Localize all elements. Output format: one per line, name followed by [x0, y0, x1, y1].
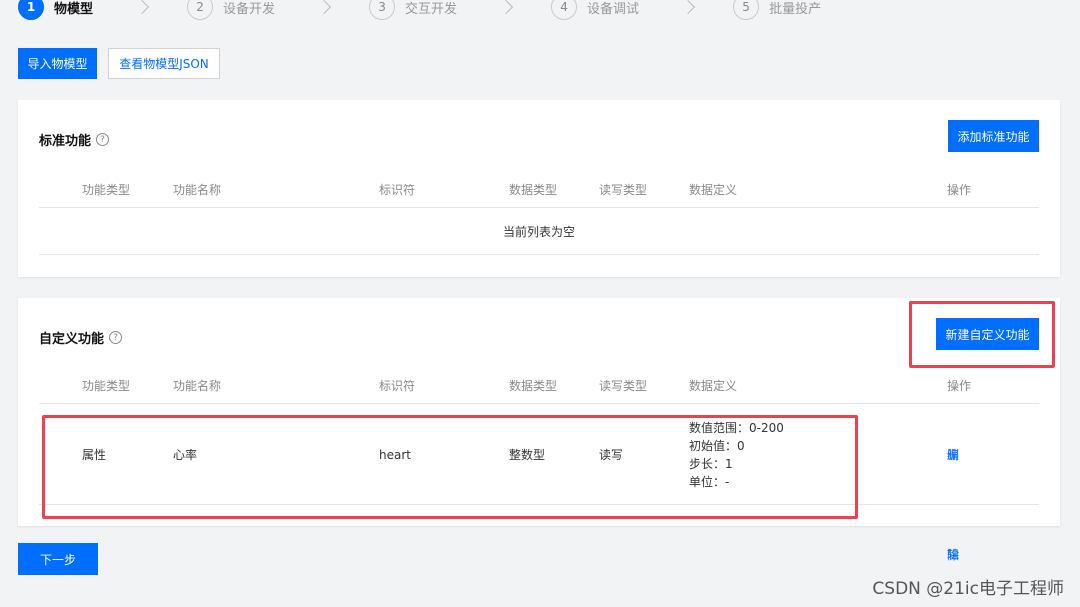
step-number: 1 — [18, 0, 44, 20]
col-definition: 数据定义 — [689, 183, 738, 197]
step-label: 交互开发 — [405, 1, 458, 17]
step-number: 4 — [551, 0, 578, 20]
view-json-button[interactable]: 查看物模型JSON — [108, 48, 220, 79]
col-data-type: 数据类型 — [509, 183, 558, 197]
help-icon[interactable]: ? — [109, 331, 123, 344]
chevron-right-icon — [680, 0, 696, 15]
col-type: 功能类型 — [82, 379, 131, 393]
watermark: CSDN @21ic电子工程师 — [872, 579, 1064, 599]
col-type: 功能类型 — [82, 183, 131, 197]
custom-title: 自定义功能 — [39, 332, 105, 347]
col-definition: 数据定义 — [689, 379, 738, 393]
next-step-button[interactable]: 下一步 — [18, 543, 98, 575]
step-label: 设备开发 — [223, 1, 276, 17]
chevron-right-icon — [134, 0, 150, 15]
step-label: 物模型 — [54, 1, 94, 17]
add-standard-function-button[interactable]: 添加标准功能 — [948, 120, 1039, 152]
col-actions: 操作 — [947, 379, 972, 393]
step-number: 5 — [733, 0, 760, 20]
chevron-right-icon — [316, 0, 332, 15]
col-rw: 读写类型 — [599, 379, 648, 393]
step-3[interactable]: 3 交互开发 — [369, 0, 551, 20]
step-bar: 1 物模型 2 设备开发 3 交互开发 4 设备调试 5 批量投产 — [18, 0, 821, 20]
step-1[interactable]: 1 物模型 — [18, 0, 187, 20]
cell-type: 属性 — [82, 448, 107, 462]
panel-title: 自定义功能 ? — [39, 328, 123, 347]
new-custom-function-button[interactable]: 新建自定义功能 — [936, 318, 1039, 350]
col-identifier: 标识符 — [379, 379, 416, 393]
step-number: 2 — [187, 0, 214, 20]
import-model-button[interactable]: 导入物模型 — [18, 48, 97, 79]
chevron-right-icon — [498, 0, 514, 15]
col-name: 功能名称 — [173, 379, 222, 393]
cell-identifier: heart — [379, 448, 411, 462]
step-2[interactable]: 2 设备开发 — [187, 0, 369, 20]
cell-data-type: 整数型 — [509, 448, 546, 462]
col-identifier: 标识符 — [379, 183, 416, 197]
def-step: 步长：1 — [689, 457, 733, 471]
def-unit: 单位：- — [689, 475, 730, 489]
step-4[interactable]: 4 设备调试 — [551, 0, 733, 20]
table-row: 属性 心率 heart 整数型 读写 数值范围：0-200 初始值：0 步长：1… — [39, 405, 1039, 562]
step-number: 3 — [369, 0, 396, 20]
col-actions: 操作 — [947, 183, 972, 197]
step-label: 设备调试 — [587, 1, 640, 17]
table-header: 功能类型 功能名称 标识符 数据类型 读写类型 数据定义 操作 — [39, 172, 1039, 208]
step-5[interactable]: 5 批量投产 — [733, 0, 821, 20]
cell-name: 心率 — [173, 448, 198, 462]
standard-functions-panel: 标准功能 ? 添加标准功能 功能类型 功能名称 标识符 数据类型 读写类型 数据… — [18, 100, 1060, 277]
panel-title: 标准功能 ? — [39, 130, 110, 149]
standard-title: 标准功能 — [39, 134, 92, 149]
col-name: 功能名称 — [173, 183, 222, 197]
empty-state: 当前列表为空 — [39, 209, 1039, 255]
col-data-type: 数据类型 — [509, 379, 558, 393]
cell-rw: 读写 — [599, 448, 624, 462]
def-range: 数值范围：0-200 — [689, 421, 784, 435]
table-header: 功能类型 功能名称 标识符 数据类型 读写类型 数据定义 操作 — [39, 368, 1039, 404]
cell-definition: 数值范围：0-200 初始值：0 步长：1 单位：- — [689, 419, 784, 491]
custom-functions-panel: 自定义功能 ? 新建自定义功能 功能类型 功能名称 标识符 数据类型 读写类型 … — [18, 298, 1060, 562]
step-label: 批量投产 — [769, 1, 822, 17]
help-icon[interactable]: ? — [96, 133, 110, 146]
col-rw: 读写类型 — [599, 183, 648, 197]
def-initial: 初始值：0 — [689, 439, 745, 453]
